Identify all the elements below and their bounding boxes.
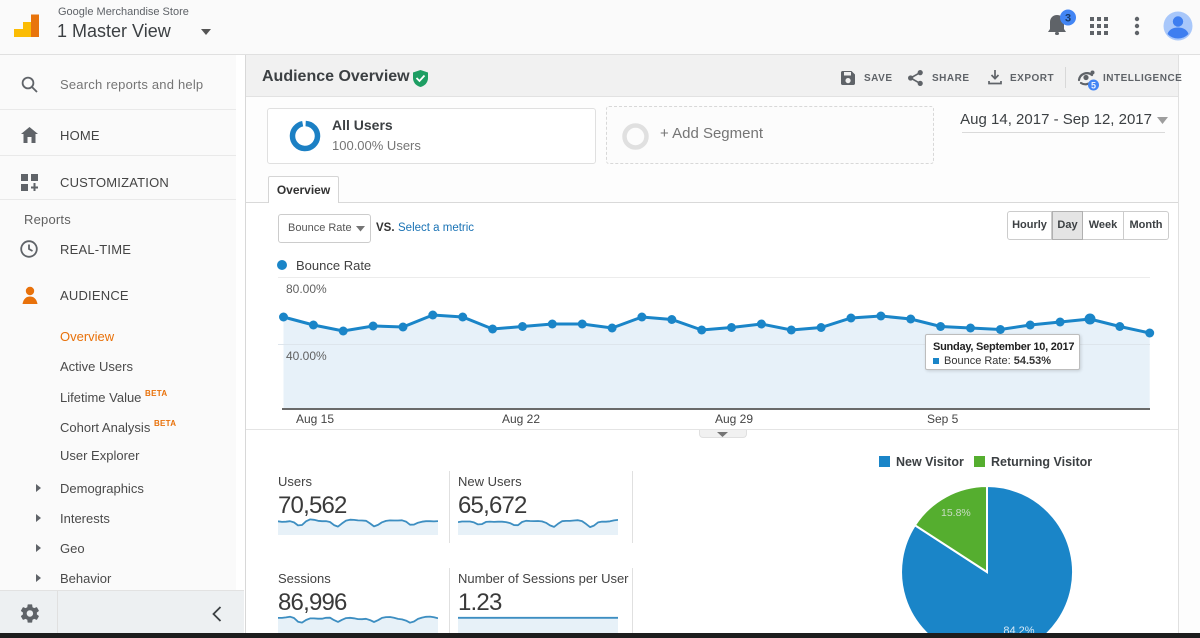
svg-text:84.2%: 84.2% <box>1003 625 1034 633</box>
svg-text:5: 5 <box>1091 81 1096 91</box>
svg-text:3: 3 <box>1065 13 1071 25</box>
svg-text:15.8%: 15.8% <box>941 507 971 519</box>
